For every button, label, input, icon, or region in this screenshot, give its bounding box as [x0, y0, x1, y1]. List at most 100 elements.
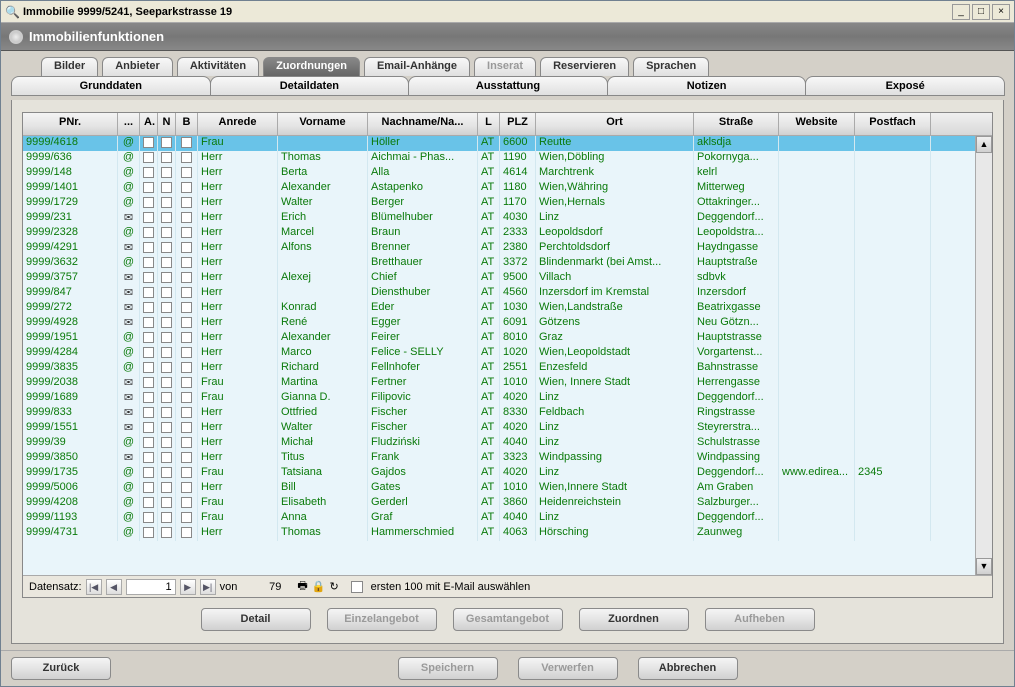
checkbox[interactable]: [181, 227, 192, 238]
nav-next-button[interactable]: ▶: [180, 579, 196, 595]
table-row[interactable]: 9999/5006@HerrBillGatesAT1010Wien,Innere…: [23, 481, 975, 496]
checkbox[interactable]: [143, 512, 154, 523]
checkbox[interactable]: [181, 167, 192, 178]
table-row[interactable]: 9999/1551✉HerrWalterFischerAT4020LinzSte…: [23, 421, 975, 436]
col-nachname[interactable]: Nachname/Na...: [368, 113, 478, 135]
table-row[interactable]: 9999/3632@HerrBretthauerAT3372Blindenmar…: [23, 256, 975, 271]
table-row[interactable]: 9999/2038✉FrauMartinaFertnerAT1010Wien, …: [23, 376, 975, 391]
checkbox[interactable]: [143, 392, 154, 403]
checkbox[interactable]: [161, 272, 172, 283]
checkbox[interactable]: [143, 317, 154, 328]
gesamtangebot-button[interactable]: Gesamtangebot: [453, 608, 563, 631]
checkbox[interactable]: [161, 257, 172, 268]
table-row[interactable]: 9999/1689✉FrauGianna D.FilipovicAT4020Li…: [23, 391, 975, 406]
checkbox[interactable]: [143, 452, 154, 463]
col-ort[interactable]: Ort: [536, 113, 694, 135]
table-row[interactable]: 9999/4291✉HerrAlfonsBrennerAT2380Perchto…: [23, 241, 975, 256]
checkbox[interactable]: [143, 422, 154, 433]
nav-first-button[interactable]: |◀: [86, 579, 102, 595]
checkbox[interactable]: [161, 167, 172, 178]
record-number-input[interactable]: [126, 579, 176, 595]
checkbox[interactable]: [181, 422, 192, 433]
checkbox[interactable]: [161, 242, 172, 253]
checkbox[interactable]: [161, 332, 172, 343]
refresh-icon[interactable]: ↻: [329, 580, 338, 593]
table-row[interactable]: 9999/4284@HerrMarcoFelice - SELLYAT1020W…: [23, 346, 975, 361]
tab-emailanhaenge[interactable]: Email-Anhänge: [364, 57, 470, 76]
checkbox[interactable]: [143, 467, 154, 478]
checkbox[interactable]: [161, 347, 172, 358]
table-row[interactable]: 9999/39@HerrMichałFludzińskiAT4040LinzSc…: [23, 436, 975, 451]
abbrechen-button[interactable]: Abbrechen: [638, 657, 738, 680]
checkbox[interactable]: [161, 212, 172, 223]
checkbox[interactable]: [143, 527, 154, 538]
checkbox[interactable]: [143, 407, 154, 418]
checkbox[interactable]: [181, 377, 192, 388]
checkbox[interactable]: [181, 152, 192, 163]
tab-inserat[interactable]: Inserat: [474, 57, 536, 76]
checkbox[interactable]: [181, 302, 192, 313]
grid-body[interactable]: 9999/4618@FrauHöllerAT6600Reutteaklsdja 9…: [23, 136, 975, 575]
checkbox[interactable]: [181, 137, 192, 148]
maximize-button[interactable]: □: [972, 4, 990, 20]
tab-ausstattung[interactable]: Ausstattung: [408, 76, 608, 96]
checkbox[interactable]: [161, 392, 172, 403]
checkbox[interactable]: [181, 482, 192, 493]
checkbox[interactable]: [161, 152, 172, 163]
col-vorname[interactable]: Vorname: [278, 113, 368, 135]
checkbox[interactable]: [181, 467, 192, 478]
grid-scrollbar[interactable]: ▲ ▼: [975, 136, 992, 575]
checkbox[interactable]: [181, 317, 192, 328]
table-row[interactable]: 9999/4208@FrauElisabethGerderlAT3860Heid…: [23, 496, 975, 511]
table-row[interactable]: 9999/833✉HerrOttfriedFischerAT8330Feldba…: [23, 406, 975, 421]
checkbox[interactable]: [143, 182, 154, 193]
lock-icon[interactable]: 🔒: [312, 580, 326, 593]
checkbox[interactable]: [161, 287, 172, 298]
col-a[interactable]: A.: [140, 113, 158, 135]
checkbox[interactable]: [181, 197, 192, 208]
select-first-100-checkbox[interactable]: [351, 581, 363, 593]
aufheben-button[interactable]: Aufheben: [705, 608, 815, 631]
checkbox[interactable]: [181, 272, 192, 283]
zuordnen-button[interactable]: Zuordnen: [579, 608, 689, 631]
checkbox[interactable]: [143, 227, 154, 238]
checkbox[interactable]: [181, 452, 192, 463]
col-b[interactable]: B: [176, 113, 198, 135]
checkbox[interactable]: [143, 242, 154, 253]
checkbox[interactable]: [143, 347, 154, 358]
table-row[interactable]: 9999/1401@HerrAlexanderAstapenkoAT1180Wi…: [23, 181, 975, 196]
checkbox[interactable]: [143, 437, 154, 448]
tab-reservieren[interactable]: Reservieren: [540, 57, 629, 76]
checkbox[interactable]: [161, 317, 172, 328]
close-button[interactable]: ×: [992, 4, 1010, 20]
tab-expose[interactable]: Exposé: [805, 76, 1005, 96]
checkbox[interactable]: [181, 332, 192, 343]
checkbox[interactable]: [161, 497, 172, 508]
minimize-button[interactable]: _: [952, 4, 970, 20]
table-row[interactable]: 9999/847✉HerrDiensthuberAT4560Inzersdorf…: [23, 286, 975, 301]
detail-button[interactable]: Detail: [201, 608, 311, 631]
speichern-button[interactable]: Speichern: [398, 657, 498, 680]
col-plz[interactable]: PLZ: [500, 113, 536, 135]
checkbox[interactable]: [143, 197, 154, 208]
table-row[interactable]: 9999/148@HerrBertaAllaAT4614Marchtrenkke…: [23, 166, 975, 181]
checkbox[interactable]: [143, 212, 154, 223]
col-dots[interactable]: ...: [118, 113, 140, 135]
table-row[interactable]: 9999/4618@FrauHöllerAT6600Reutteaklsdja: [23, 136, 975, 151]
nav-prev-button[interactable]: ◀: [106, 579, 122, 595]
checkbox[interactable]: [143, 377, 154, 388]
table-row[interactable]: 9999/1951@HerrAlexanderFeirerAT8010GrazH…: [23, 331, 975, 346]
checkbox[interactable]: [161, 182, 172, 193]
tab-zuordnungen[interactable]: Zuordnungen: [263, 57, 360, 76]
tab-notizen[interactable]: Notizen: [607, 76, 807, 96]
checkbox[interactable]: [181, 212, 192, 223]
checkbox[interactable]: [181, 512, 192, 523]
checkbox[interactable]: [161, 227, 172, 238]
checkbox[interactable]: [181, 437, 192, 448]
tab-anbieter[interactable]: Anbieter: [102, 57, 173, 76]
checkbox[interactable]: [161, 302, 172, 313]
table-row[interactable]: 9999/4731@HerrThomasHammerschmiedAT4063H…: [23, 526, 975, 541]
checkbox[interactable]: [143, 257, 154, 268]
col-n[interactable]: N: [158, 113, 176, 135]
verwerfen-button[interactable]: Verwerfen: [518, 657, 618, 680]
